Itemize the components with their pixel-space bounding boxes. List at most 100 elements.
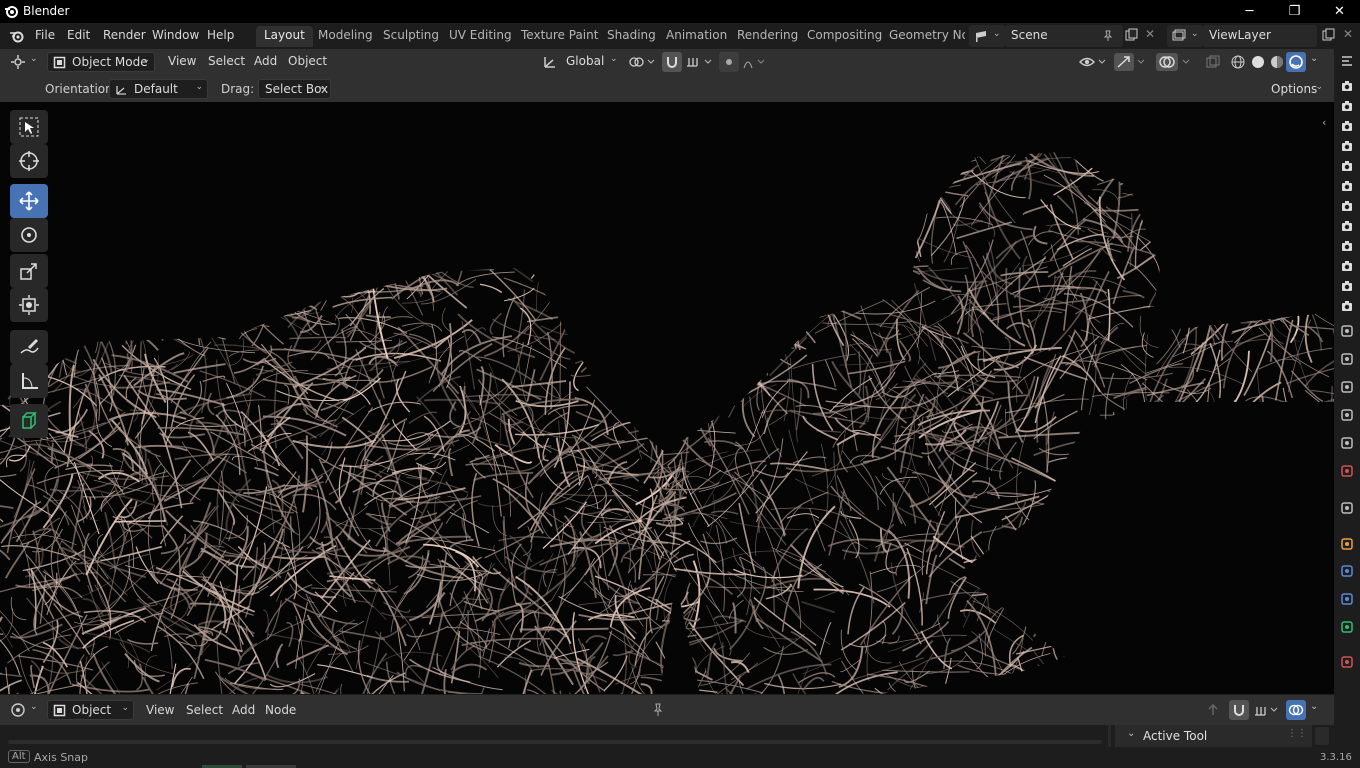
xray-icon[interactable]: [1205, 54, 1221, 70]
render-properties-icon[interactable]: [1340, 352, 1354, 366]
transform-tool[interactable]: [10, 288, 48, 322]
tool-properties-icon[interactable]: [1340, 324, 1354, 338]
sidebar-scroll-handle[interactable]: [1315, 727, 1329, 745]
scale-tool[interactable]: [10, 254, 48, 288]
new-view-layer-icon[interactable]: [1321, 28, 1335, 42]
delete-view-layer-icon[interactable]: ✕: [1343, 27, 1353, 41]
delete-scene-icon[interactable]: ✕: [1145, 27, 1155, 41]
render-visibility-camera-icon[interactable]: [1340, 99, 1354, 113]
tab-modeling[interactable]: Modeling: [310, 26, 381, 47]
mode-dropdown[interactable]: Object Mode ⌄: [47, 52, 155, 72]
world-properties-icon[interactable]: [1340, 464, 1354, 478]
node-snap-toggle[interactable]: [1229, 700, 1249, 720]
render-visibility-camera-icon[interactable]: [1340, 139, 1354, 153]
menu-window[interactable]: Window: [152, 28, 199, 42]
horizontal-scrollbar[interactable]: [8, 740, 1102, 744]
bottom-editor-type-selector[interactable]: ⌄: [8, 701, 42, 721]
object-properties-icon[interactable]: [1340, 537, 1354, 551]
visibility-icon[interactable]: [1078, 54, 1108, 70]
snap-toggle[interactable]: [662, 52, 682, 72]
render-visibility-camera-icon[interactable]: [1340, 239, 1354, 253]
sidebar-toggle-icon[interactable]: ‹: [1322, 116, 1326, 129]
render-visibility-camera-icon[interactable]: [1340, 159, 1354, 173]
tab-geometry-nodes[interactable]: Geometry Noc: [881, 26, 965, 47]
wireframe-shading-icon[interactable]: [1229, 53, 1247, 71]
shading-options-icon[interactable]: ⌄: [1310, 53, 1318, 64]
viewport-menu-add[interactable]: Add: [254, 54, 277, 68]
options-dropdown[interactable]: Options ⌄: [1262, 79, 1328, 99]
pivot-point-icon[interactable]: [628, 54, 656, 70]
menu-render[interactable]: Render: [103, 28, 146, 42]
tab-rendering[interactable]: Rendering: [729, 26, 806, 47]
node-menu-add[interactable]: Add: [232, 703, 255, 717]
overlays-icon[interactable]: [1156, 53, 1196, 71]
render-visibility-camera-icon[interactable]: [1340, 299, 1354, 313]
orientation-dropdown[interactable]: Default ⌄: [109, 79, 208, 99]
add-cube-tool[interactable]: [10, 404, 48, 438]
tab-texture-paint[interactable]: Texture Paint: [513, 26, 606, 47]
render-visibility-camera-icon[interactable]: [1340, 219, 1354, 233]
menu-help[interactable]: Help: [207, 28, 234, 42]
menu-edit[interactable]: Edit: [67, 28, 90, 42]
solid-shading-icon[interactable]: [1249, 53, 1267, 71]
restore-button[interactable]: ❐: [1272, 0, 1317, 23]
node-overlays-options-icon[interactable]: ⌄: [1310, 701, 1318, 712]
cursor-tool[interactable]: [10, 144, 48, 178]
viewport-menu-view[interactable]: View: [168, 54, 196, 68]
output-properties-icon[interactable]: [1340, 380, 1354, 394]
annotate-tool[interactable]: [10, 330, 48, 364]
viewport-menu-select[interactable]: Select: [208, 54, 245, 68]
pin-icon[interactable]: [1102, 30, 1114, 42]
render-visibility-camera-icon[interactable]: [1340, 119, 1354, 133]
node-snap-target-icon[interactable]: [1253, 702, 1281, 718]
panel-collapse-icon[interactable]: ⌄: [1127, 728, 1135, 739]
transform-orientation-dropdown[interactable]: Global ⌄: [540, 52, 622, 72]
tab-uv-editing[interactable]: UV Editing: [441, 26, 520, 47]
close-button[interactable]: ✕: [1317, 0, 1360, 23]
measure-tool[interactable]: [10, 364, 48, 398]
view-layer-name-field[interactable]: ViewLayer: [1203, 25, 1317, 47]
scene-selector[interactable]: ⌄: [969, 25, 1005, 47]
scene-properties-icon[interactable]: [1340, 436, 1354, 450]
new-scene-icon[interactable]: [1124, 28, 1138, 42]
proportional-edit-toggle[interactable]: [719, 52, 739, 72]
tab-layout[interactable]: Layout: [256, 26, 313, 47]
minimize-button[interactable]: ─: [1227, 0, 1272, 23]
render-visibility-camera-icon[interactable]: [1340, 259, 1354, 273]
snap-target-icon[interactable]: [685, 54, 715, 70]
panel-drag-handle-icon[interactable]: ⋮⋮: [1287, 728, 1307, 739]
render-visibility-camera-icon[interactable]: [1340, 279, 1354, 293]
node-editor-mode-dropdown[interactable]: Object ⌄: [47, 700, 134, 720]
gizmo-icon[interactable]: [1114, 53, 1148, 71]
rotate-tool[interactable]: [10, 218, 48, 252]
active-tool-panel[interactable]: ⌄ Active Tool ⋮⋮: [1115, 725, 1312, 747]
object-data-properties-icon[interactable]: [1340, 620, 1354, 634]
material-shading-icon[interactable]: [1268, 53, 1286, 71]
render-visibility-camera-icon[interactable]: [1340, 79, 1354, 93]
blender-menu-icon[interactable]: [9, 29, 25, 43]
constraint-properties-icon[interactable]: [1340, 592, 1354, 606]
modifier-properties-icon[interactable]: [1340, 564, 1354, 578]
render-visibility-camera-icon[interactable]: [1340, 179, 1354, 193]
tab-animation[interactable]: Animation: [658, 26, 735, 47]
menu-file[interactable]: File: [35, 28, 55, 42]
view-layer-selector[interactable]: ⌄: [1167, 25, 1203, 47]
node-overlays-toggle[interactable]: [1286, 700, 1306, 720]
tab-shading[interactable]: Shading: [599, 26, 664, 47]
texture-properties-icon[interactable]: [1340, 655, 1354, 669]
select-box-tool[interactable]: [10, 110, 48, 144]
falloff-icon[interactable]: [742, 54, 768, 70]
node-menu-view[interactable]: View: [146, 703, 174, 717]
viewport-menu-object[interactable]: Object: [288, 54, 327, 68]
outliner-filter-icon[interactable]: [1340, 55, 1354, 69]
node-menu-node[interactable]: Node: [265, 703, 296, 717]
editor-type-selector[interactable]: ⌄: [8, 52, 42, 72]
node-menu-select[interactable]: Select: [186, 703, 223, 717]
node-pin-icon[interactable]: [651, 703, 665, 717]
tab-sculpting[interactable]: Sculpting: [375, 26, 447, 47]
rendered-shading-button[interactable]: [1286, 52, 1306, 72]
move-tool[interactable]: [10, 184, 48, 218]
view-layer-properties-icon[interactable]: [1340, 408, 1354, 422]
render-visibility-camera-icon[interactable]: [1340, 199, 1354, 213]
node-editor-area[interactable]: ⌄ Active Tool ⋮⋮: [0, 725, 1334, 747]
